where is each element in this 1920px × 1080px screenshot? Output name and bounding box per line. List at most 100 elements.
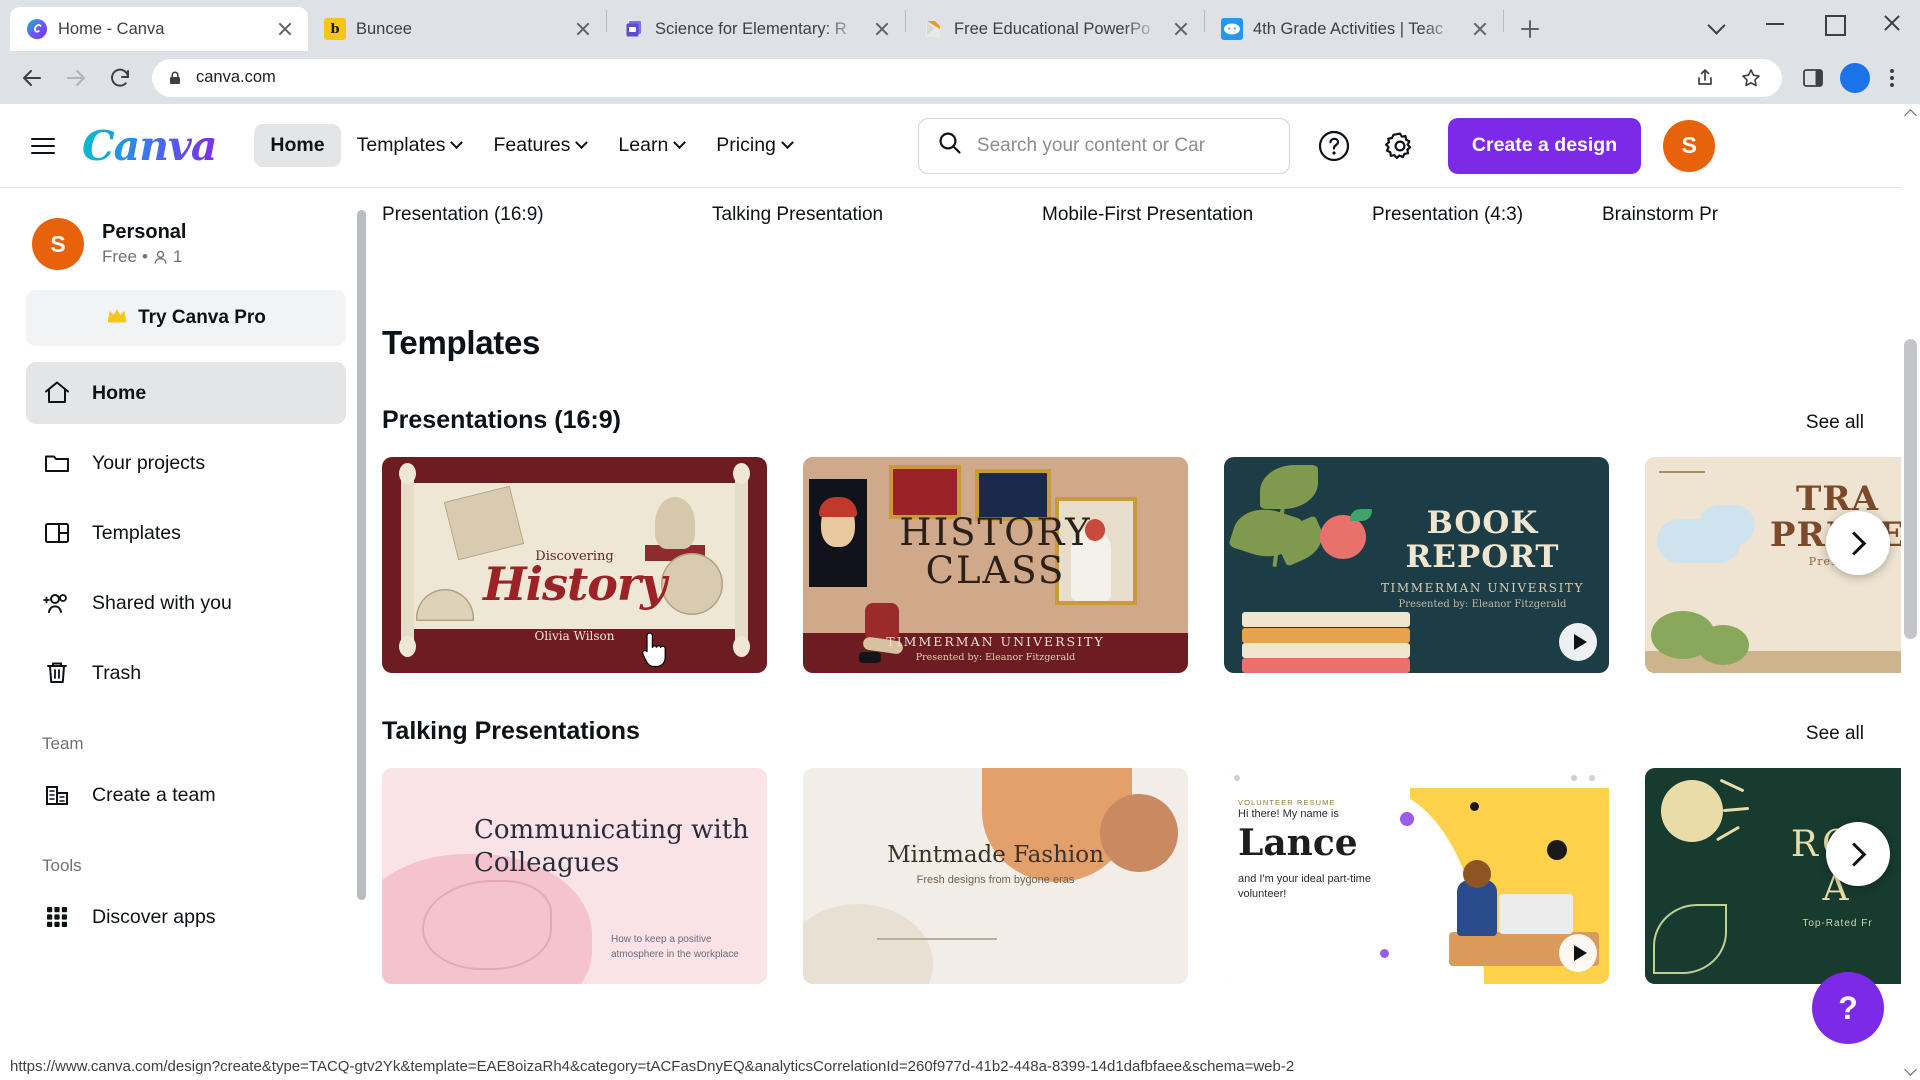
user-avatar[interactable]: S <box>1663 119 1716 172</box>
chevron-down-icon <box>781 136 794 150</box>
create-a-design-button[interactable]: Create a design <box>1447 117 1642 174</box>
account-plan: Free <box>102 247 137 266</box>
nav-item-learn[interactable]: Learn <box>602 124 700 167</box>
template-line2: History <box>483 557 667 611</box>
see-all-link[interactable]: See all <box>1806 412 1864 434</box>
sidebar-group-tools: Tools <box>42 856 82 875</box>
category-mobile-first-presentation[interactable]: Mobile-First Presentation <box>1042 204 1372 226</box>
share-icon[interactable] <box>1688 61 1722 95</box>
browser-tab[interactable]: Home - Canva <box>10 7 308 51</box>
template-line1: Communicating with Colleagues <box>474 815 749 878</box>
template-card[interactable]: Communicating with Colleagues How to kee… <box>382 768 767 984</box>
nav-item-pricing[interactable]: Pricing <box>700 124 808 167</box>
tab-title: Free Educational PowerPo <box>954 19 1151 38</box>
category-chip-row: Presentation (16:9) Talking Presentation… <box>372 188 1920 246</box>
tab-close-icon[interactable] <box>1170 18 1192 40</box>
slides-favicon <box>623 18 645 40</box>
powerpoint-favicon <box>922 18 944 40</box>
star-icon[interactable] <box>1734 61 1768 95</box>
template-line2: CLASS <box>925 549 1066 592</box>
confetti-dot-decor <box>1547 840 1567 860</box>
person-head-decor <box>1463 860 1491 888</box>
template-line3: TIMMERMAN UNIVERSITY <box>886 634 1105 649</box>
category-talking-presentation[interactable]: Talking Presentation <box>712 204 1042 226</box>
page-scrollbar[interactable] <box>1901 104 1920 1080</box>
forward-icon[interactable] <box>56 58 96 98</box>
search-input[interactable]: Search your content or Car <box>917 117 1290 174</box>
canva-logo[interactable]: Canva <box>82 122 217 170</box>
sidebar-item-label: Templates <box>92 521 181 544</box>
account-members-count: 1 <box>172 247 183 266</box>
confetti-dot-decor <box>1380 949 1389 958</box>
tab-close-icon[interactable] <box>871 18 893 40</box>
tab-close-icon[interactable] <box>1469 18 1491 40</box>
side-panel-icon[interactable] <box>1796 61 1830 95</box>
main-content: Presentation (16:9) Talking Presentation… <box>372 188 1920 1080</box>
sidebar-item-your-projects[interactable]: Your projects <box>26 432 346 494</box>
video-play-icon[interactable] <box>1559 934 1597 972</box>
sidebar-item-templates[interactable]: Templates <box>26 502 346 564</box>
buncee-favicon: b <box>324 18 346 40</box>
profile-avatar[interactable] <box>1840 62 1870 93</box>
browser-tab[interactable]: b Buncee <box>308 7 606 51</box>
window-dot-decor <box>1589 775 1595 781</box>
help-circle-icon[interactable] <box>1312 124 1356 168</box>
try-canva-pro-button[interactable]: Try Canva Pro <box>26 290 346 346</box>
tab-title: Buncee <box>356 19 412 38</box>
nav-item-features[interactable]: Features <box>477 124 602 167</box>
hamburger-menu-icon[interactable] <box>26 129 60 163</box>
minimize-icon[interactable] <box>1746 0 1804 46</box>
template-card[interactable]: Discovering History Olivia Wilson <box>382 457 767 673</box>
sidebar-item-discover-apps[interactable]: Discover apps <box>26 886 346 948</box>
account-switcher[interactable]: S Personal Free • 1 <box>26 206 346 290</box>
book-stack-decor <box>1242 609 1412 673</box>
template-card[interactable]: Mintmade Fashion Fresh designs from bygo… <box>803 768 1188 984</box>
page-scrollbar-thumb[interactable] <box>1904 339 1917 639</box>
sidebar-scrollbar-thumb[interactable] <box>357 210 366 900</box>
help-fab-button[interactable]: ? <box>1812 972 1884 1044</box>
template-card[interactable]: HISTORY CLASS TIMMERMAN UNIVERSITY Prese… <box>803 457 1188 673</box>
browser-tab[interactable]: Science for Elementary: R <box>607 7 905 51</box>
new-tab-button[interactable] <box>1512 11 1548 47</box>
template-card[interactable]: BOOK REPORT TIMMERMAN UNIVERSITY Present… <box>1224 457 1609 673</box>
reload-icon[interactable] <box>100 58 140 98</box>
template-card[interactable]: VOLUNTEER RESUME Hi there! My name is La… <box>1224 768 1609 984</box>
kebab-menu-icon[interactable] <box>1874 61 1908 95</box>
bush-decor <box>1697 625 1749 665</box>
category-presentation-43[interactable]: Presentation (4:3) <box>1372 204 1602 226</box>
nav-item-label: Pricing <box>716 134 776 156</box>
sidebar-item-home[interactable]: Home <box>26 362 346 424</box>
nav-item-home[interactable]: Home <box>254 124 341 167</box>
category-brainstorm-presentation[interactable]: Brainstorm Pr <box>1602 204 1718 226</box>
maximize-icon[interactable] <box>1804 0 1862 46</box>
sidebar-item-create-a-team[interactable]: Create a team <box>26 764 346 826</box>
template-line3: How to keep a positive atmosphere in the… <box>611 934 739 960</box>
tab-close-icon[interactable] <box>572 18 594 40</box>
page-viewport: Canva Home Templates Features Learn Pric… <box>0 104 1920 1080</box>
tab-close-icon[interactable] <box>274 18 296 40</box>
address-bar[interactable]: canva.com <box>152 58 1782 97</box>
back-icon[interactable] <box>12 58 52 98</box>
browser-tab[interactable]: 4th Grade Activities | Teac <box>1205 7 1503 51</box>
video-play-icon[interactable] <box>1559 623 1597 661</box>
leaf-decor <box>1260 465 1318 509</box>
apple-decor <box>1320 515 1366 559</box>
carousel-next-button[interactable] <box>1826 822 1890 886</box>
sidebar-item-shared-with-you[interactable]: Shared with you <box>26 572 346 634</box>
category-presentation-169[interactable]: Presentation (16:9) <box>382 204 712 226</box>
close-window-icon[interactable] <box>1862 0 1920 46</box>
tab-search-icon[interactable] <box>1688 0 1746 46</box>
see-all-link[interactable]: See all <box>1806 723 1864 745</box>
sidebar-item-trash[interactable]: Trash <box>26 642 346 704</box>
nav-item-templates[interactable]: Templates <box>341 124 478 167</box>
gear-icon[interactable] <box>1378 124 1422 168</box>
template-line3: and I'm your ideal part-time volunteer! <box>1238 873 1371 900</box>
scroll-down-icon[interactable] <box>1901 1061 1920 1080</box>
carousel-next-button[interactable] <box>1826 511 1890 575</box>
template-line2: REPORT <box>1405 539 1560 575</box>
sidebar-item-label: Shared with you <box>92 591 232 614</box>
browser-tab[interactable]: Free Educational PowerPo <box>906 7 1204 51</box>
scroll-up-icon[interactable] <box>1901 104 1920 123</box>
template-line3: Olivia Wilson <box>534 629 615 643</box>
sidebar-item-label: Create a team <box>92 783 216 806</box>
